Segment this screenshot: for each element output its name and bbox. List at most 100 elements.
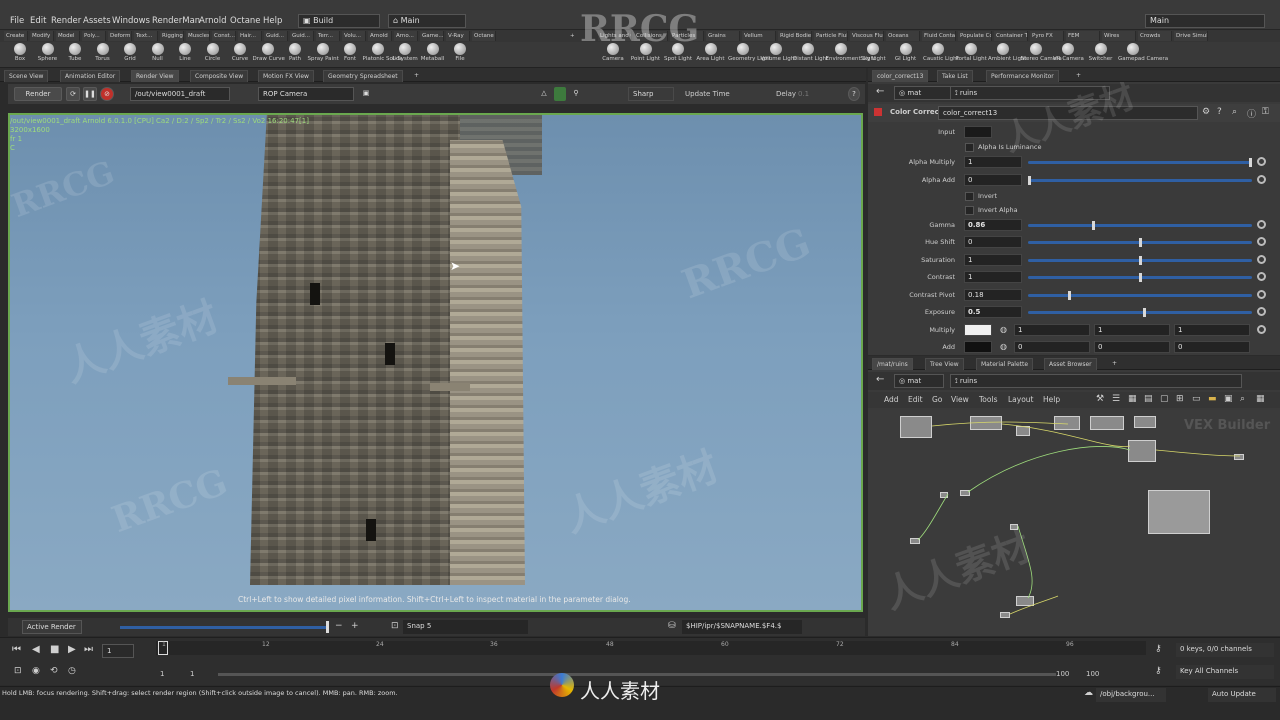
shelf-tool[interactable]: Font [335,43,365,68]
tools-icon[interactable]: ⚒ [1096,394,1104,404]
color-wheel-icon[interactable]: ◍ [1000,342,1007,351]
param-slider[interactable] [1028,273,1252,282]
tab-render-view[interactable]: Render View [131,70,179,82]
menu-render[interactable]: Render [51,16,81,26]
current-frame-field[interactable]: 1 [102,644,134,658]
range-end[interactable]: 100 [1056,670,1069,678]
progress-slider-knob[interactable] [326,621,329,633]
menu-help[interactable]: Help [263,16,282,26]
desktop-select[interactable]: ▣ Build [298,14,380,28]
shelf-tool[interactable]: File [445,43,475,68]
shelf-tool[interactable]: Distant Light [793,43,828,68]
shelf-tab[interactable]: Game... [420,31,444,41]
shelf-tool[interactable]: Spot Light [663,43,693,68]
shelf-tool[interactable]: Platonic Solids [363,43,402,68]
save-icon[interactable]: ⛁ [668,621,676,631]
range-start[interactable]: 1 [160,670,164,678]
frame-icon[interactable]: ▢ [1160,394,1169,404]
shelf-tab[interactable]: Arno... [394,31,418,41]
shelf-tab[interactable]: Wires [1102,31,1136,41]
list-icon[interactable]: ☰ [1112,394,1120,404]
shelf-tool[interactable]: Circle [198,43,228,68]
help-icon[interactable]: ? [848,87,860,101]
shelf-tab[interactable]: Deform [108,31,132,41]
menu-windows[interactable]: Windows [112,16,150,26]
range-end-2[interactable]: 100 [1086,670,1099,678]
add-tab-icon[interactable]: + [1108,358,1121,370]
menu-octane[interactable]: Octane [230,16,261,26]
param-value-field[interactable]: 1 [1174,324,1250,336]
snapshot-icon[interactable]: ▣ [360,87,372,101]
shelf-tool[interactable]: Line [170,43,200,68]
right-context-select[interactable]: Main [1145,14,1265,28]
network-context-field[interactable]: ◎ mat [894,374,944,388]
sharp-field[interactable]: Sharp [628,87,674,101]
shelf-tab[interactable]: Rigging [160,31,184,41]
param-value-field[interactable]: 0.5 [964,306,1022,318]
image-icon[interactable] [554,87,566,101]
param-value-field[interactable]: 0.18 [964,289,1022,301]
plus-icon[interactable]: + [351,621,359,631]
shelf-tab[interactable]: Const... [212,31,236,41]
tab-composite-view[interactable]: Composite View [190,70,249,82]
search-icon[interactable]: ⌕ [1232,107,1237,117]
timeline-ruler[interactable]: 1 12 24 36 48 60 72 84 96 [156,641,1146,655]
network-canvas[interactable]: VEX Builder [868,410,1280,636]
menu-tools[interactable]: Tools [979,395,997,404]
param-value-field[interactable]: 0 [1014,341,1090,353]
shelf-tab[interactable]: Muscles [186,31,210,41]
gear-icon[interactable] [1257,325,1266,334]
menu-arnold[interactable]: Arnold [199,16,227,26]
tab-tree-view[interactable]: Tree View [925,358,964,370]
refresh-icon[interactable]: ⟳ [66,87,80,101]
shelf-tab[interactable]: Modify [30,31,54,41]
shelf-tab[interactable]: Particle Fluids [814,31,848,41]
shelf-tool[interactable]: Curve [225,43,255,68]
param-value-field[interactable]: 0 [1174,341,1250,353]
param-value-field[interactable]: 1 [1094,324,1170,336]
shelf-tab[interactable]: Crowds [1138,31,1172,41]
tab-motion-fx-view[interactable]: Motion FX View [258,70,314,82]
slider-knob[interactable] [1028,176,1031,185]
add-tab-icon[interactable]: + [410,70,423,82]
menu-help[interactable]: Help [1043,395,1060,404]
shelf-tool[interactable]: Spray Paint [308,43,339,68]
invert-alpha-checkbox[interactable] [965,206,974,215]
shelf-tab[interactable]: Lights and C... [598,31,632,41]
shelf-tool[interactable]: Environment Light [826,43,876,68]
render-button[interactable]: Render [14,87,62,101]
menu-view[interactable]: View [951,395,969,404]
menu-go[interactable]: Go [932,395,942,404]
shelf-tool[interactable]: Point Light [631,43,661,68]
shelf-tab[interactable]: Particles [670,31,704,41]
key-icon[interactable]: ⚷ [1155,644,1162,654]
shelf-tool[interactable]: Switcher [1086,43,1116,68]
shelf-tool[interactable]: VR Camera [1053,43,1084,68]
tab-network[interactable]: /mat/ruins [872,358,913,370]
camera-field[interactable]: ROP Camera [258,87,354,101]
color-wheel-icon[interactable]: ◍ [1000,325,1007,334]
invert-checkbox[interactable] [965,192,974,201]
shelf-tool[interactable]: GI Light [891,43,921,68]
shelf-tool[interactable]: Portal Light [956,43,987,68]
shelf-tool[interactable]: Area Light [696,43,726,68]
tab-animation-editor[interactable]: Animation Editor [60,70,121,82]
shelf-tool[interactable]: Torus [88,43,118,68]
shelf-tool[interactable]: Metaball [418,43,448,68]
back-arrow-icon[interactable]: ← [876,86,884,97]
shelf-tab[interactable]: Arnold [368,31,392,41]
stop-icon[interactable]: ■ [50,644,59,655]
shelf-tab[interactable]: Text... [134,31,158,41]
shelf-tool[interactable]: Null [143,43,173,68]
add-shelf-icon[interactable]: + [568,31,580,41]
shelf-tool[interactable]: Draw Curve [253,43,285,68]
jump-start-icon[interactable]: ⏮ [12,644,21,655]
shelf-tab[interactable]: Model [56,31,80,41]
slider-knob[interactable] [1249,158,1252,167]
shelf-tool[interactable]: Camera [598,43,628,68]
pause-icon[interactable]: ❚❚ [83,87,97,101]
folder-icon[interactable]: ▬ [1208,394,1217,404]
gear-icon[interactable] [1257,220,1266,229]
shelf-tab[interactable]: Container Tools [994,31,1028,41]
shelf-tool[interactable]: Sky Light [858,43,888,68]
